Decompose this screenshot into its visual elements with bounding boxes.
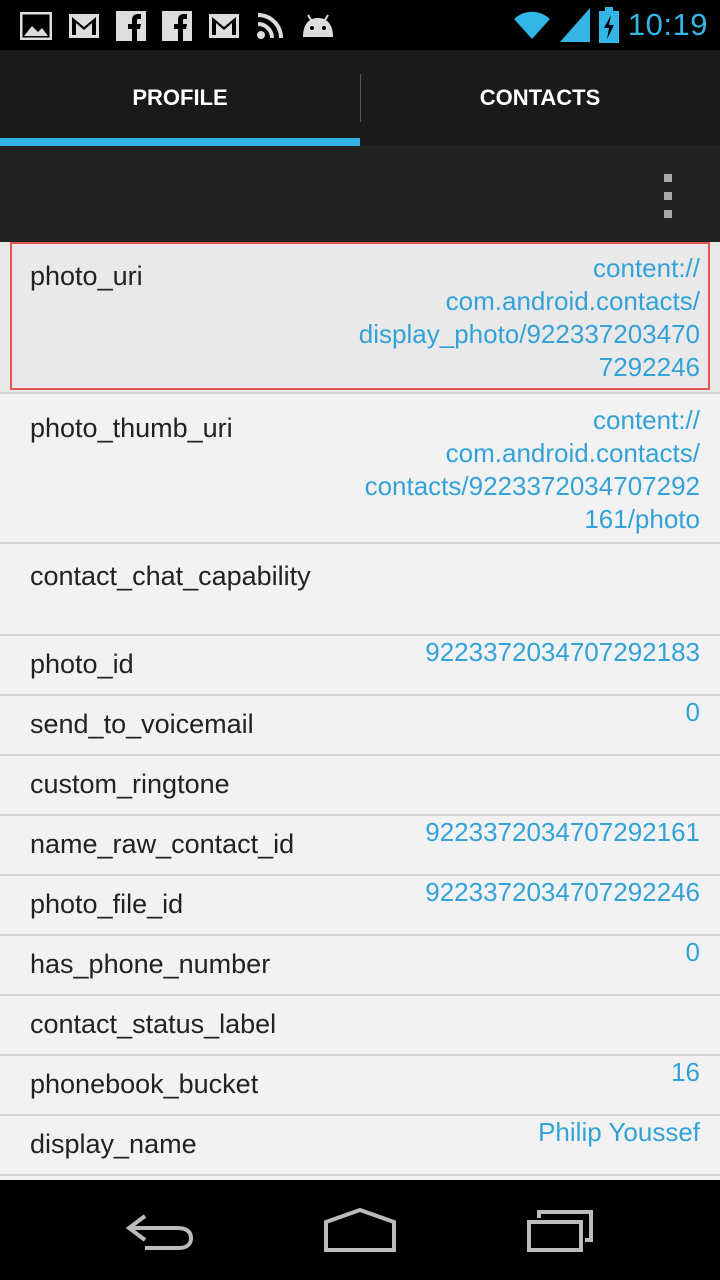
list-item[interactable]: send_to_voicemail 0 [0,696,720,756]
back-icon [125,1214,194,1250]
field-value: content:// com.android.contacts/ display… [358,253,700,382]
list-item[interactable]: name_raw_contact_id 9223372034707292161 [0,816,720,876]
gmail-icon [209,14,239,38]
field-key: send_to_voicemail [30,709,254,739]
tab-contacts[interactable]: CONTACTS [360,50,720,146]
field-key: custom_ringtone [30,769,230,799]
recent-apps-button[interactable] [510,1200,610,1260]
tab-profile[interactable]: PROFILE [0,50,360,146]
list-item[interactable]: photo_id 9223372034707292183 [0,636,720,696]
tab-bar: PROFILE CONTACTS [0,50,720,146]
facebook-icon [116,11,146,41]
home-button[interactable] [310,1200,410,1260]
action-bar [0,146,720,242]
field-key: photo_uri [30,261,143,291]
list-item[interactable]: photo_thumb_uri content:// com.android.co… [0,394,720,544]
list-item[interactable]: phonebook_bucket 16 [0,1056,720,1116]
wifi-icon [513,11,550,39]
field-key: contact_chat_capability [30,561,311,591]
system-status: 10:19 [512,4,708,46]
field-value: Philip Youssef [538,1117,700,1147]
overflow-menu-icon[interactable] [656,174,680,218]
list-item[interactable]: display_name Philip Youssef [0,1116,720,1176]
recent-apps-icon [527,1210,593,1252]
facebook-icon [162,11,192,41]
field-value: 9223372034707292161 [425,817,700,847]
list-item[interactable]: has_phone_number 0 [0,936,720,996]
navigation-bar [0,1180,720,1280]
field-value: 9223372034707292183 [425,637,700,667]
list-item[interactable]: contact_chat_capability [0,544,720,636]
notification-icons [20,10,336,42]
field-key: display_name [30,1129,197,1159]
field-key: has_phone_number [30,949,271,979]
field-value: 16 [671,1057,700,1087]
contact-field-list[interactable]: photo_uri content:// com.android.contacts… [0,242,720,1180]
field-key: name_raw_contact_id [30,829,295,859]
field-value: content:// com.android.contacts/ contact… [364,405,700,534]
battery-charging-icon [598,7,619,43]
tab-selected-indicator [0,138,360,146]
field-key: photo_file_id [30,889,184,919]
field-key: photo_thumb_uri [30,413,233,443]
field-value: 0 [685,937,700,967]
gallery-icon [20,12,52,40]
field-key: photo_id [30,649,134,679]
list-item[interactable]: contact_status_label [0,996,720,1056]
back-button[interactable] [110,1200,210,1260]
signal-icon [559,8,590,42]
home-icon [324,1208,396,1252]
status-bar: 10:19 [0,0,720,50]
list-item[interactable]: custom_ringtone [0,756,720,816]
field-value: 9223372034707292246 [425,877,700,907]
list-item[interactable]: photo_file_id 9223372034707292246 [0,876,720,936]
list-item[interactable]: photo_uri content:// com.android.contacts… [0,242,720,394]
field-key: phonebook_bucket [30,1069,259,1099]
android-icon [303,14,333,37]
rss-icon [257,13,283,39]
field-value: 0 [685,697,700,727]
field-key: contact_status_label [30,1009,277,1039]
clock: 10:19 [627,7,708,42]
gmail-icon [69,14,99,38]
